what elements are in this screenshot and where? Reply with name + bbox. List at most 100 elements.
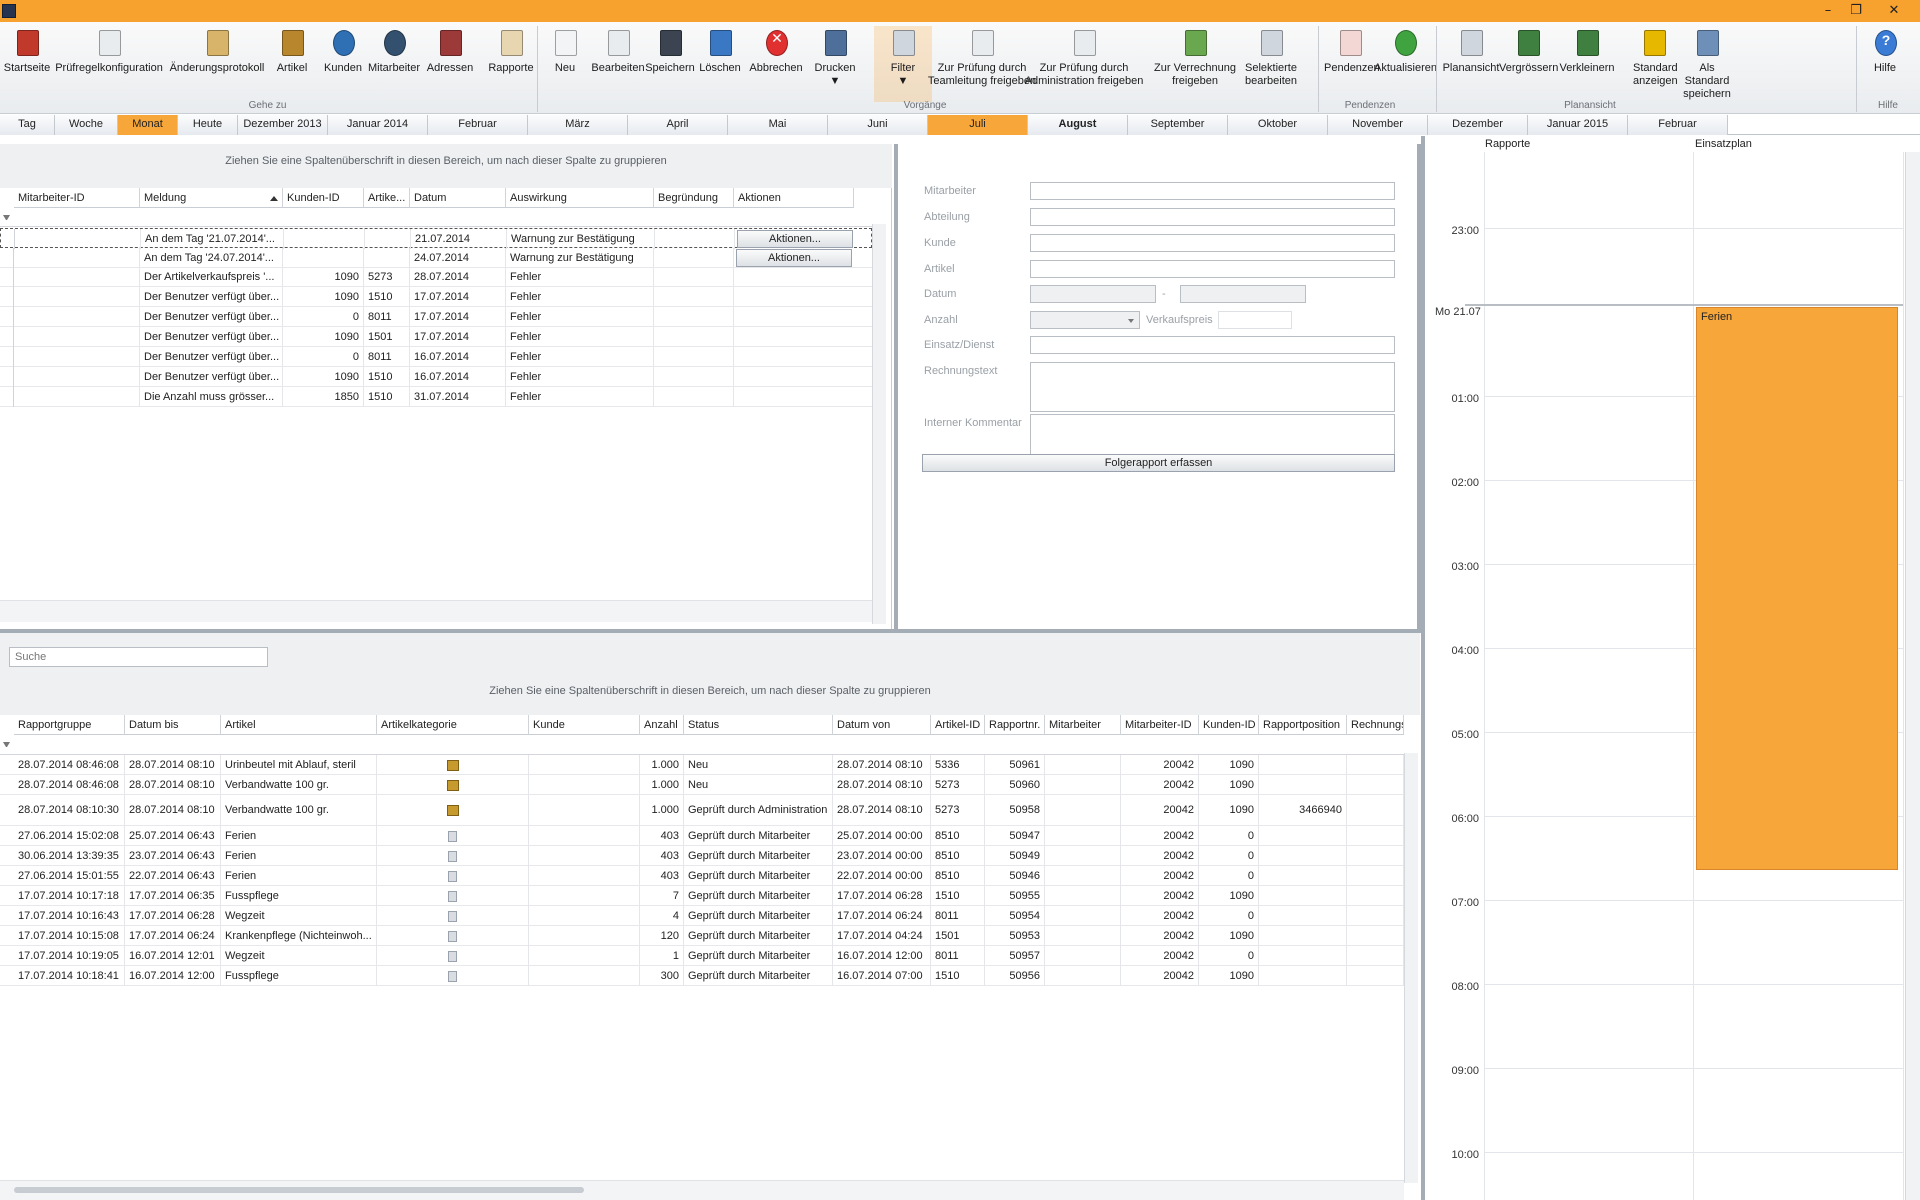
column-header[interactable]: Artikel: [221, 715, 377, 735]
vergroessern-button[interactable]: Vergrössern: [1499, 26, 1558, 102]
column-header[interactable]: Kunde: [529, 715, 640, 735]
table-row[interactable]: 28.07.2014 08:46:08 28.07.2014 08:10 Verba…: [0, 775, 1404, 795]
column-header[interactable]: Anzahl: [640, 715, 684, 735]
table-row[interactable]: Der Benutzer verfügt über... 1090 1501 17.0…: [0, 327, 872, 347]
column-header[interactable]: Rapportposition: [1259, 715, 1347, 735]
minimize-icon[interactable]: –: [1818, 2, 1838, 20]
drucken-button[interactable]: Drucken ▼: [808, 26, 862, 102]
search-input[interactable]: [9, 647, 268, 667]
column-header[interactable]: Rapportnr.: [985, 715, 1045, 735]
neu-button[interactable]: Neu: [545, 26, 585, 102]
filter-icon[interactable]: [3, 215, 10, 222]
horizontal-scrollbar[interactable]: [0, 1180, 1404, 1200]
vertical-scrollbar-bottom[interactable]: [1404, 753, 1418, 1183]
date-nav-1[interactable]: Woche: [55, 115, 118, 135]
table-row[interactable]: An dem Tag '21.07.2014'... 21.07.2014 Warn…: [0, 228, 872, 249]
column-header[interactable]: Meldung: [140, 188, 283, 208]
table-row[interactable]: 17.07.2014 10:19:05 16.07.2014 12:01 Wegze…: [0, 946, 1404, 966]
column-header[interactable]: Rapportgruppe: [14, 715, 125, 735]
table-row[interactable]: 17.07.2014 10:15:08 17.07.2014 06:24 Krank…: [0, 926, 1404, 946]
date-nav-12[interactable]: August: [1028, 115, 1128, 135]
hilfe-button[interactable]: ? Hilfe: [1862, 26, 1908, 102]
table-row[interactable]: Der Benutzer verfügt über... 1090 1510 17.0…: [0, 287, 872, 307]
form-field[interactable]: [1030, 260, 1395, 278]
calendar-event[interactable]: Ferien: [1696, 307, 1898, 870]
als-standard-button[interactable]: Als Standard speichern: [1678, 26, 1736, 102]
date-nav-15[interactable]: November: [1328, 115, 1428, 135]
vertical-scrollbar[interactable]: [872, 224, 886, 624]
table-row[interactable]: An dem Tag '24.07.2014'... 24.07.2014 Warn…: [0, 247, 872, 268]
column-header[interactable]: Artikelkategorie: [377, 715, 529, 735]
date-nav-5[interactable]: Januar 2014: [328, 115, 428, 135]
table-row[interactable]: Der Benutzer verfügt über... 1090 1510 16.0…: [0, 367, 872, 387]
aenderungsprotokoll-button[interactable]: Änderungsprotokoll: [166, 26, 268, 102]
form-field[interactable]: [1030, 234, 1395, 252]
column-header[interactable]: Aktionen: [734, 188, 854, 208]
anzahl-dropdown[interactable]: [1030, 311, 1140, 329]
date-nav-4[interactable]: Dezember 2013: [238, 115, 328, 135]
table-row[interactable]: Der Benutzer verfügt über... 0 8011 17.07.2…: [0, 307, 872, 327]
loeschen-button[interactable]: Löschen: [696, 26, 744, 102]
calendar-scrollbar[interactable]: [1905, 152, 1920, 1200]
kunden-button[interactable]: Kunden: [317, 26, 369, 102]
standard-anzeigen-button[interactable]: Standard anzeigen: [1633, 26, 1678, 102]
column-header[interactable]: Datum: [410, 188, 506, 208]
date-nav-11[interactable]: Juli: [928, 115, 1028, 135]
table-row[interactable]: 17.07.2014 10:17:18 17.07.2014 06:35 Fussp…: [0, 886, 1404, 906]
column-header[interactable]: Artike...: [364, 188, 410, 208]
filter-icon[interactable]: [3, 742, 10, 749]
date-nav-13[interactable]: September: [1128, 115, 1228, 135]
speichern-button[interactable]: Speichern: [645, 26, 695, 102]
rechnungstext-field[interactable]: [1030, 362, 1395, 412]
table-row[interactable]: 27.06.2014 15:01:55 22.07.2014 06:43 Ferie…: [0, 866, 1404, 886]
restore-icon[interactable]: ❐: [1846, 2, 1866, 20]
date-nav-14[interactable]: Oktober: [1228, 115, 1328, 135]
date-nav-17[interactable]: Januar 2015: [1528, 115, 1628, 135]
date-to-field[interactable]: [1180, 285, 1306, 303]
folgerapport-button[interactable]: Folgerapport erfassen: [922, 454, 1395, 472]
column-header[interactable]: Mitarbeiter-ID: [14, 188, 140, 208]
table-row[interactable]: 17.07.2014 10:18:41 16.07.2014 12:00 Fussp…: [0, 966, 1404, 986]
startseite-button[interactable]: Startseite: [0, 26, 54, 102]
verkleinern-button[interactable]: Verkleinern: [1558, 26, 1616, 102]
form-field[interactable]: [1030, 208, 1395, 226]
date-nav-2[interactable]: Monat: [118, 115, 178, 135]
form-field[interactable]: [1030, 336, 1395, 354]
column-header[interactable]: Status: [684, 715, 833, 735]
column-header[interactable]: Rechnungs: [1347, 715, 1404, 735]
form-field[interactable]: [1030, 182, 1395, 200]
filter-row[interactable]: [0, 209, 872, 227]
table-row[interactable]: 30.06.2014 13:39:35 23.07.2014 06:43 Ferie…: [0, 846, 1404, 866]
column-header[interactable]: Mitarbeiter: [1045, 715, 1121, 735]
kommentar-field[interactable]: [1030, 414, 1395, 456]
date-nav-9[interactable]: Mai: [728, 115, 828, 135]
abbrechen-button[interactable]: ✕ Abbrechen: [748, 26, 804, 102]
column-header[interactable]: Mitarbeiter-ID: [1121, 715, 1199, 735]
date-nav-16[interactable]: Dezember: [1428, 115, 1528, 135]
date-nav-8[interactable]: April: [628, 115, 728, 135]
column-header[interactable]: Artikel-ID: [931, 715, 985, 735]
column-header[interactable]: Begründung: [654, 188, 734, 208]
pruefregel-button[interactable]: Prüfregelkonfiguration: [53, 26, 165, 102]
table-row[interactable]: 17.07.2014 10:16:43 17.07.2014 06:28 Wegze…: [0, 906, 1404, 926]
filter-row[interactable]: [0, 735, 1404, 755]
date-nav-3[interactable]: Heute: [178, 115, 238, 135]
pendenzen-button[interactable]: Pendenzen: [1324, 26, 1380, 102]
table-row[interactable]: Der Benutzer verfügt über... 0 8011 16.07.2…: [0, 347, 872, 367]
date-nav-7[interactable]: März: [528, 115, 628, 135]
adressen-button[interactable]: Adressen: [420, 26, 480, 102]
aktionen-button[interactable]: Aktionen...: [736, 248, 852, 267]
artikel-button[interactable]: Artikel: [270, 26, 314, 102]
selektierte-button[interactable]: Selektierte bearbeiten: [1240, 26, 1302, 102]
column-header[interactable]: Datum bis: [125, 715, 221, 735]
aktionen-button[interactable]: Aktionen...: [737, 230, 853, 248]
table-row[interactable]: 28.07.2014 08:10:30 28.07.2014 08:10 Verba…: [0, 795, 1404, 826]
rapporte-button[interactable]: Rapporte: [482, 26, 540, 102]
column-header[interactable]: Datum von: [833, 715, 931, 735]
table-row[interactable]: Der Artikelverkaufspreis '... 1090 5273 28.…: [0, 267, 872, 287]
app-icon[interactable]: [2, 4, 16, 18]
date-nav-0[interactable]: Tag: [0, 115, 55, 135]
column-header[interactable]: Auswirkung: [506, 188, 654, 208]
table-row[interactable]: Die Anzahl muss grösser... 1850 1510 31.07.…: [0, 387, 872, 407]
bearbeiten-button[interactable]: Bearbeiten: [588, 26, 648, 102]
